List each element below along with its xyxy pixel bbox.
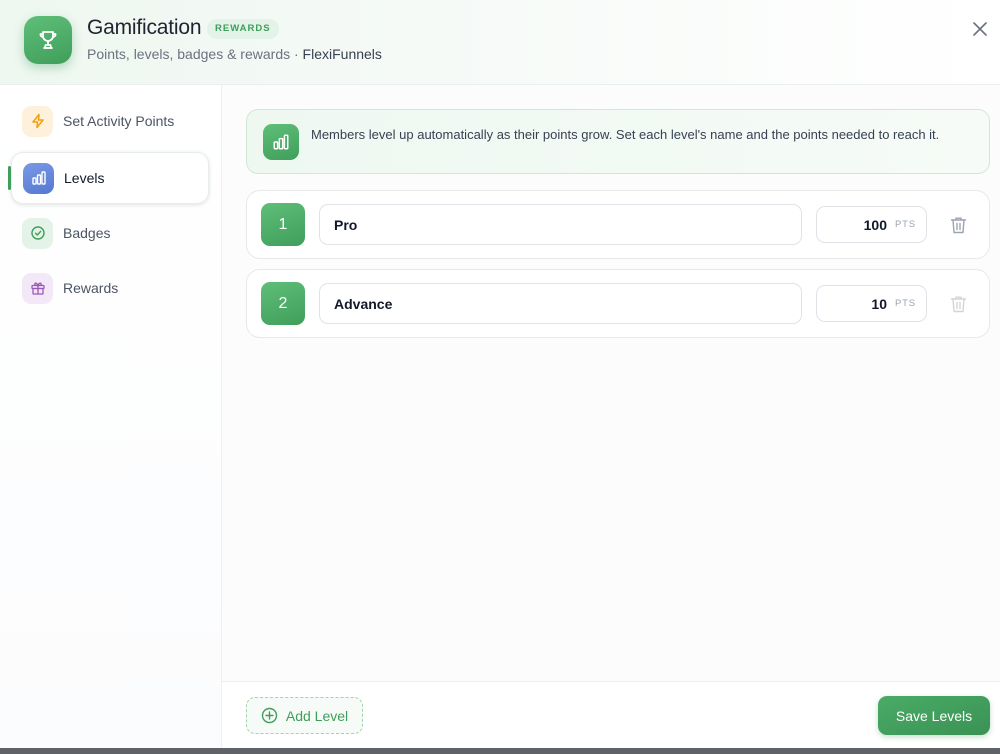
modal-footer: Add Level Save Levels xyxy=(222,681,1000,748)
level-points-input[interactable] xyxy=(821,207,887,242)
save-levels-button[interactable]: Save Levels xyxy=(878,696,990,735)
level-number: 2 xyxy=(261,282,305,325)
level-points-field: PTS xyxy=(816,285,927,322)
close-button[interactable] xyxy=(966,15,994,43)
level-points-input[interactable] xyxy=(821,286,887,321)
check-circle-icon xyxy=(22,217,53,249)
trophy-icon xyxy=(24,16,72,64)
sidebar-item-label: Rewards xyxy=(63,280,119,296)
page-title: Gamification xyxy=(87,16,202,39)
points-unit-label: PTS xyxy=(895,298,916,309)
add-level-label: Add Level xyxy=(285,707,349,724)
level-row: 2 PTS xyxy=(246,269,990,338)
delete-level-button[interactable] xyxy=(947,214,969,236)
levels-panel: Members level up automatically as their … xyxy=(222,85,1000,681)
bar-chart-icon xyxy=(23,162,54,194)
trash-icon xyxy=(950,296,966,313)
info-banner: Members level up automatically as their … xyxy=(246,109,990,174)
bar-chart-icon xyxy=(263,124,299,160)
sidebar-item-levels[interactable]: Levels xyxy=(11,152,209,204)
sidebar-item-rewards[interactable]: Rewards xyxy=(11,262,209,314)
level-name-input[interactable] xyxy=(319,204,802,245)
trash-icon xyxy=(950,217,966,234)
brand-name: FlexiFunnels xyxy=(302,46,382,62)
sidebar-item-label: Badges xyxy=(63,225,111,241)
level-number: 1 xyxy=(261,203,305,246)
gamification-modal: Gamification REWARDS Points, levels, bad… xyxy=(0,0,1000,748)
info-text: Members level up automatically as their … xyxy=(311,127,940,142)
modal-header: Gamification REWARDS Points, levels, bad… xyxy=(0,0,1000,85)
sidebar-item-set-activity-points[interactable]: Set Activity Points xyxy=(11,95,209,147)
points-unit-label: PTS xyxy=(895,219,916,230)
page-subtitle: Points, levels, badges & rewards · Flexi… xyxy=(87,46,382,62)
level-points-field: PTS xyxy=(816,206,927,243)
delete-level-button[interactable] xyxy=(947,293,969,315)
sidebar-item-label: Levels xyxy=(64,170,105,186)
add-level-button[interactable]: Add Level xyxy=(246,697,363,734)
plus-circle-icon xyxy=(261,707,278,724)
rewards-badge: REWARDS xyxy=(207,19,279,39)
subtitle-text: Points, levels, badges & rewards · xyxy=(87,46,303,62)
gift-icon xyxy=(22,272,53,304)
sidebar-item-label: Set Activity Points xyxy=(63,113,175,129)
sidebar-item-badges[interactable]: Badges xyxy=(11,207,209,259)
close-icon xyxy=(973,22,987,36)
active-indicator xyxy=(8,166,11,190)
sidebar: Set Activity Points Levels Badges Reward… xyxy=(0,85,222,748)
level-row: 1 PTS xyxy=(246,190,990,259)
level-name-input[interactable] xyxy=(319,283,802,324)
lightning-icon xyxy=(22,105,53,137)
